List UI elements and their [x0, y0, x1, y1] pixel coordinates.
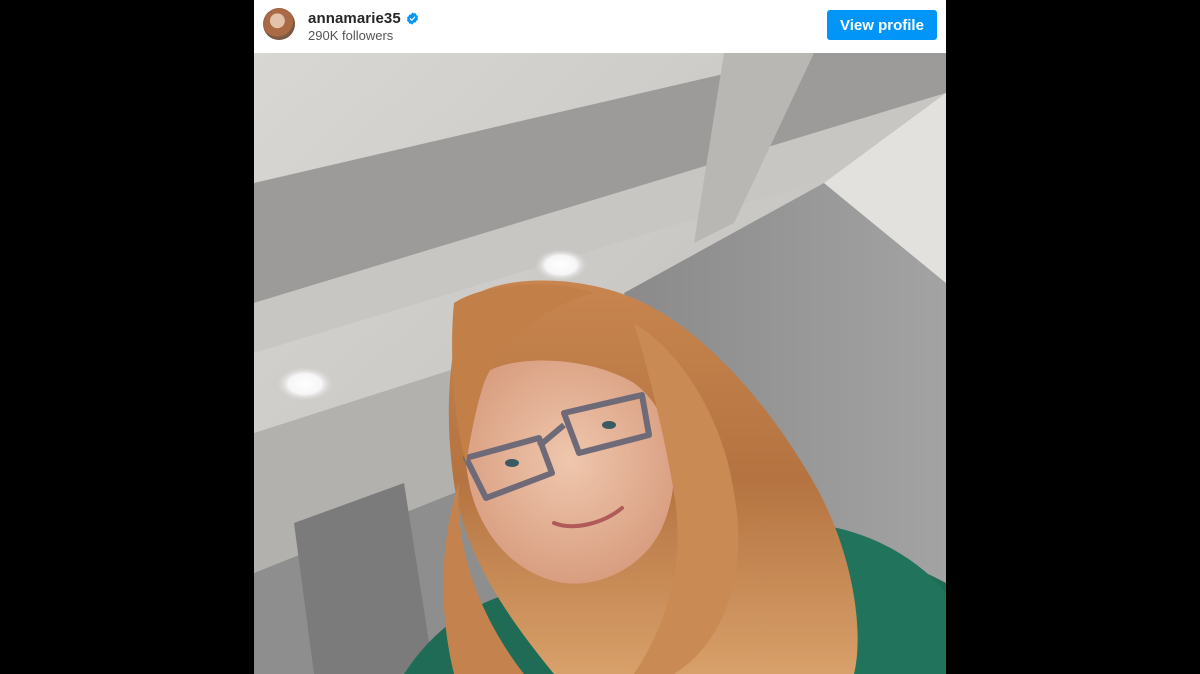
- username-row: annamarie35: [308, 9, 419, 27]
- verified-badge-icon: [406, 11, 418, 25]
- username-link[interactable]: annamarie35: [308, 10, 401, 27]
- selfie-photo-illustration: [254, 53, 946, 674]
- instagram-embed-card: annamarie35 290K followers View profile: [254, 0, 946, 674]
- post-header: annamarie35 290K followers View profile: [254, 0, 946, 53]
- view-profile-button[interactable]: View profile: [827, 10, 937, 40]
- post-photo[interactable]: [254, 53, 946, 674]
- follower-count: 290K followers: [308, 28, 394, 43]
- profile-avatar[interactable]: [263, 8, 295, 40]
